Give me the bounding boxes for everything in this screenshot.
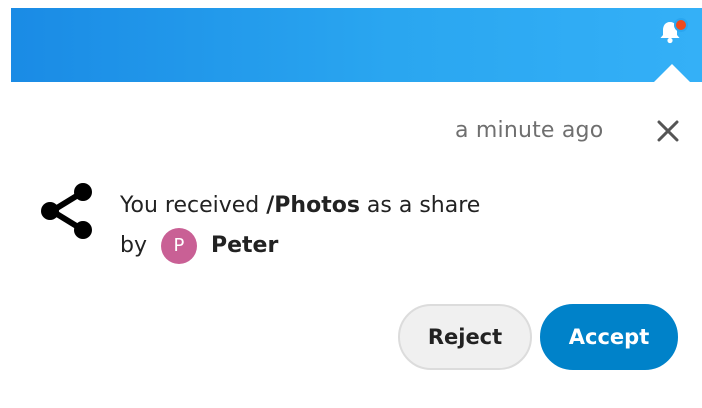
share-icon <box>36 180 98 242</box>
by-label: by <box>120 233 147 258</box>
shared-item-link[interactable]: /Photos <box>266 193 360 218</box>
message-by-line: by P Peter <box>120 226 480 266</box>
popover-caret <box>654 64 690 82</box>
message-line: You received /Photos as a share <box>120 186 480 226</box>
accept-button[interactable]: Accept <box>540 304 678 370</box>
avatar[interactable]: P <box>160 228 197 264</box>
notification-message: You received /Photos as a share by P Pet… <box>120 186 480 266</box>
unread-dot <box>674 18 688 32</box>
message-prefix: You received <box>120 193 267 218</box>
reject-button[interactable]: Reject <box>398 304 532 370</box>
close-icon <box>657 120 679 142</box>
top-bar <box>11 8 702 82</box>
user-name[interactable]: Peter <box>211 226 278 266</box>
notification-timestamp: a minute ago <box>455 118 604 143</box>
close-button[interactable] <box>652 115 684 147</box>
message-suffix: as a share <box>359 193 481 218</box>
